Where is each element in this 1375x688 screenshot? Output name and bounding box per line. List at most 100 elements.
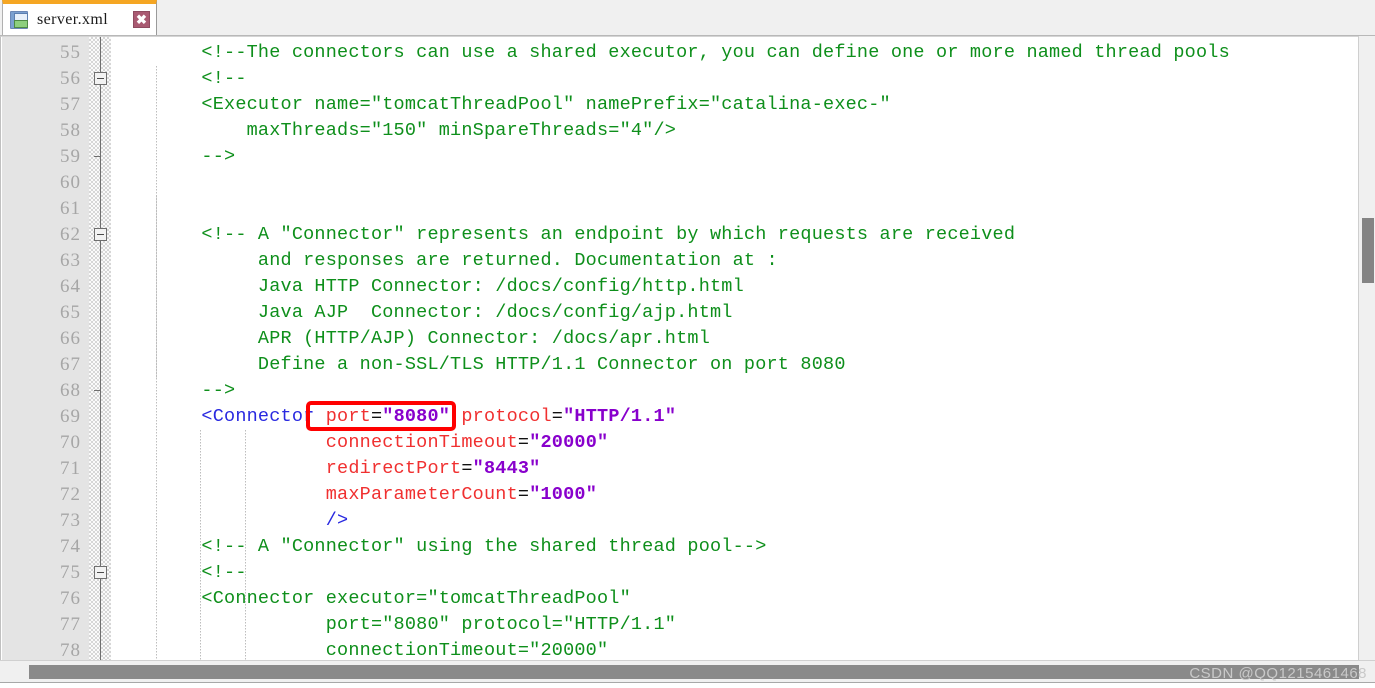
fold-toggle-icon[interactable] bbox=[94, 72, 107, 85]
floppy-save-icon bbox=[10, 10, 28, 29]
line-number: 67 bbox=[60, 354, 81, 375]
tab-bar: server.xml ✖ bbox=[0, 0, 1375, 36]
code-token-eq: = bbox=[517, 432, 530, 453]
code-line[interactable]: <!-- bbox=[111, 560, 247, 586]
code-token-val: "HTTP/1.1" bbox=[563, 406, 677, 427]
line-number: 64 bbox=[60, 276, 81, 297]
code-token-attr: protocol bbox=[450, 406, 552, 427]
code-line[interactable]: --> bbox=[111, 144, 235, 170]
code-token-cmt: Define a non-SSL/TLS HTTP/1.1 Connector … bbox=[111, 354, 846, 375]
fold-end-marker bbox=[94, 156, 101, 157]
code-line[interactable]: /> bbox=[111, 508, 348, 534]
line-number: 58 bbox=[60, 120, 81, 141]
code-token-cmt: Java AJP Connector: /docs/config/ajp.htm… bbox=[111, 302, 733, 323]
code-token-val: "1000" bbox=[529, 484, 597, 505]
code-line[interactable]: <Executor name="tomcatThreadPool" namePr… bbox=[111, 92, 891, 118]
code-token-eq: = bbox=[517, 484, 530, 505]
code-token-cmt: <!-- bbox=[111, 68, 247, 89]
code-token-cmt: <Executor name="tomcatThreadPool" namePr… bbox=[111, 94, 891, 115]
code-token-cmt: <!-- A "Connector" represents an endpoin… bbox=[111, 224, 1016, 245]
line-number: 56 bbox=[60, 68, 81, 89]
code-line[interactable]: connectionTimeout="20000" bbox=[111, 430, 608, 456]
indent-guide bbox=[200, 430, 202, 660]
editor-window: server.xml ✖ 55 56 57 58 59 60 61 62 63 64 65 66 67 6… bbox=[0, 0, 1375, 688]
line-number-gutter: 55 56 57 58 59 60 61 62 63 64 65 66 67 68 69 70 71 72 73 74… bbox=[2, 37, 89, 660]
code-content[interactable]: <!--The connectors can use a shared exec… bbox=[111, 37, 1375, 660]
code-line[interactable]: <!-- A "Connector" using the shared thre… bbox=[111, 534, 767, 560]
line-number: 59 bbox=[60, 146, 81, 167]
tab-label: server.xml bbox=[37, 10, 109, 28]
code-token-val: "20000" bbox=[529, 432, 609, 453]
code-line[interactable]: port="8080" protocol="HTTP/1.1" bbox=[111, 612, 676, 638]
code-line[interactable]: and responses are returned. Documentatio… bbox=[111, 248, 778, 274]
code-token-attr: port bbox=[314, 406, 371, 427]
line-number: 55 bbox=[60, 42, 81, 63]
code-token-eq: = bbox=[370, 406, 383, 427]
code-token-val: "8443" bbox=[472, 458, 541, 479]
code-line[interactable]: <!--The connectors can use a shared exec… bbox=[111, 40, 1230, 66]
code-token-val: "8080" bbox=[382, 406, 451, 427]
fold-toggle-icon[interactable] bbox=[94, 228, 107, 241]
code-token-cmt: <!-- A "Connector" using the shared thre… bbox=[111, 536, 767, 557]
horizontal-scrollbar-thumb[interactable] bbox=[29, 665, 1359, 679]
code-token-cmt: Java HTTP Connector: /docs/config/http.h… bbox=[111, 276, 744, 297]
indent-guide bbox=[244, 430, 246, 660]
code-token-tag: <Connector bbox=[111, 406, 315, 427]
code-line[interactable]: <Connector port="8080" protocol="HTTP/1.… bbox=[111, 404, 676, 430]
horizontal-scrollbar[interactable] bbox=[0, 660, 1375, 682]
code-token-cmt: <Connector executor="tomcatThreadPool" bbox=[111, 588, 631, 609]
code-token-attr: redirectPort bbox=[111, 458, 462, 479]
vertical-scrollbar[interactable] bbox=[1358, 36, 1375, 660]
line-number: 69 bbox=[60, 406, 81, 427]
code-line[interactable]: --> bbox=[111, 378, 235, 404]
line-number: 70 bbox=[60, 432, 81, 453]
code-token-eq: = bbox=[461, 458, 473, 479]
code-token-attr: connectionTimeout bbox=[111, 432, 518, 453]
line-number: 76 bbox=[60, 588, 81, 609]
code-token-cmt: port="8080" protocol="HTTP/1.1" bbox=[111, 614, 677, 635]
code-line[interactable]: connectionTimeout="20000" bbox=[111, 638, 608, 660]
line-number: 66 bbox=[60, 328, 81, 349]
code-token-cmt: --> bbox=[111, 380, 236, 401]
fold-end-marker bbox=[94, 390, 101, 391]
line-number: 74 bbox=[60, 536, 81, 557]
code-token-attr: maxParameterCount bbox=[111, 484, 518, 505]
code-line[interactable]: <Connector executor="tomcatThreadPool" bbox=[111, 586, 631, 612]
line-number: 57 bbox=[60, 94, 81, 115]
tab-server-xml[interactable]: server.xml ✖ bbox=[2, 0, 157, 35]
line-number: 68 bbox=[60, 380, 81, 401]
code-line[interactable]: Java AJP Connector: /docs/config/ajp.htm… bbox=[111, 300, 733, 326]
line-number: 61 bbox=[60, 198, 81, 219]
line-number: 71 bbox=[60, 458, 81, 479]
line-number: 77 bbox=[60, 614, 81, 635]
line-number: 72 bbox=[60, 484, 81, 505]
code-token-tag: /> bbox=[111, 510, 349, 531]
code-token-cmt: connectionTimeout="20000" bbox=[111, 640, 609, 660]
fold-toggle-icon[interactable] bbox=[94, 566, 107, 579]
code-token-eq: = bbox=[551, 406, 564, 427]
code-token-cmt: maxThreads="150" minSpareThreads="4"/> bbox=[111, 120, 677, 141]
code-token-cmt: and responses are returned. Documentatio… bbox=[111, 250, 778, 271]
line-number: 62 bbox=[60, 224, 81, 245]
code-token-cmt: APR (HTTP/AJP) Connector: /docs/apr.html bbox=[111, 328, 710, 349]
code-line[interactable]: Java HTTP Connector: /docs/config/http.h… bbox=[111, 274, 744, 300]
line-number: 63 bbox=[60, 250, 81, 271]
close-icon[interactable]: ✖ bbox=[133, 11, 150, 28]
line-number: 75 bbox=[60, 562, 81, 583]
line-number: 60 bbox=[60, 172, 81, 193]
vertical-scrollbar-thumb[interactable] bbox=[1362, 218, 1374, 283]
code-line[interactable]: maxParameterCount="1000" bbox=[111, 482, 597, 508]
code-line[interactable]: maxThreads="150" minSpareThreads="4"/> bbox=[111, 118, 676, 144]
code-line[interactable]: APR (HTTP/AJP) Connector: /docs/apr.html bbox=[111, 326, 710, 352]
code-line[interactable]: <!-- A "Connector" represents an endpoin… bbox=[111, 222, 1015, 248]
indent-guide bbox=[155, 196, 157, 378]
code-editor[interactable]: 55 56 57 58 59 60 61 62 63 64 65 66 67 68 69 70 71 72 73 74… bbox=[0, 36, 1375, 660]
code-line[interactable]: redirectPort="8443" bbox=[111, 456, 541, 482]
code-line[interactable]: Define a non-SSL/TLS HTTP/1.1 Connector … bbox=[111, 352, 846, 378]
code-token-cmt: --> bbox=[111, 146, 236, 167]
code-token-cmt: <!-- bbox=[111, 562, 247, 583]
code-line[interactable]: <!-- bbox=[111, 66, 247, 92]
code-token-cmt: <!--The connectors can use a shared exec… bbox=[111, 42, 1230, 63]
line-number: 78 bbox=[60, 640, 81, 660]
line-number: 65 bbox=[60, 302, 81, 323]
